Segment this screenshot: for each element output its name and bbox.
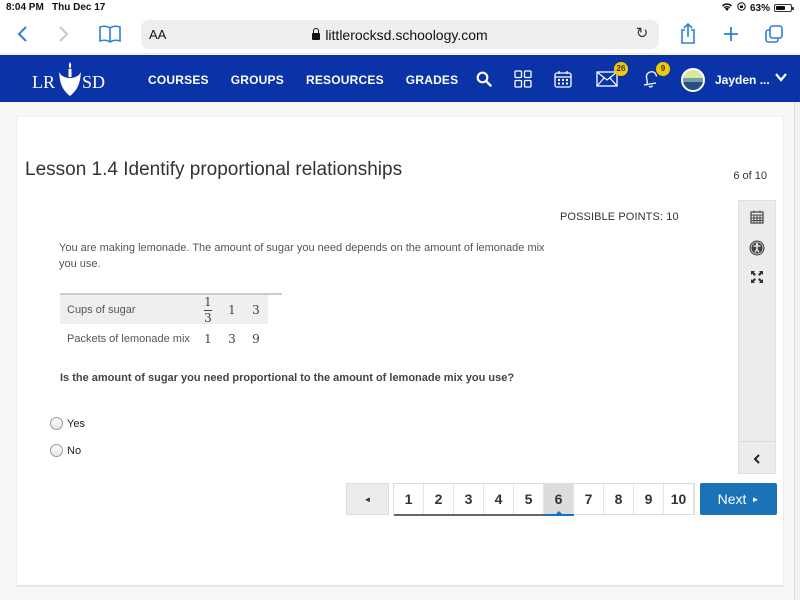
tools-sidebar [738, 200, 776, 474]
tabs-icon[interactable] [760, 20, 788, 48]
url-display[interactable]: littlerocksd.schoology.com [141, 27, 659, 43]
shield-torch-icon [59, 62, 81, 96]
main-nav: COURSES GROUPS RESOURCES GRADES [148, 56, 480, 103]
previous-button[interactable]: ◄ [346, 483, 389, 515]
question-text: Is the amount of sugar you need proporti… [60, 372, 515, 384]
table-cell: 9 [252, 332, 260, 346]
table-spacer [267, 324, 282, 354]
question-prompt: You are making lemonade. The amount of s… [59, 242, 545, 270]
share-icon[interactable] [674, 20, 702, 48]
radio-no[interactable] [50, 444, 63, 457]
page-7[interactable]: 7 [574, 484, 604, 514]
ios-status-bar: 8:04 PM Thu Dec 17 63% [0, 0, 800, 16]
nav-groups[interactable]: GROUPS [231, 73, 284, 87]
table-cell: 1 3 [195, 294, 220, 325]
forward-icon[interactable] [50, 20, 78, 48]
district-logo[interactable]: LR SD [32, 60, 112, 100]
chevron-down-icon[interactable] [774, 70, 788, 89]
accessibility-icon[interactable] [739, 236, 775, 260]
user-avatar[interactable] [681, 68, 705, 92]
status-right: 63% [721, 2, 794, 14]
page-1[interactable]: 1 [394, 484, 424, 514]
back-icon[interactable] [8, 20, 36, 48]
choice-label: Yes [67, 417, 85, 430]
pagination: ◄ 1 2 3 4 5 6 7 8 9 10 Next ► [346, 483, 777, 516]
radio-yes[interactable] [50, 417, 63, 430]
table-cell: 3 [228, 332, 236, 346]
page-2[interactable]: 2 [424, 484, 454, 514]
battery-icon [774, 4, 794, 12]
calendar-icon[interactable] [739, 205, 775, 229]
page-9[interactable]: 9 [634, 484, 664, 514]
nav-resources[interactable]: RESOURCES [306, 73, 384, 87]
orientation-lock-icon [737, 2, 746, 14]
fraction: 1 3 [203, 295, 212, 325]
bookmarks-icon[interactable] [96, 20, 124, 48]
current-page-indicator [544, 514, 574, 516]
apps-grid-icon[interactable] [510, 66, 536, 92]
messages-icon[interactable]: 26 [594, 62, 628, 92]
wifi-icon [721, 2, 733, 14]
choice-no[interactable]: No [50, 444, 81, 457]
ratio-table: Cups of sugar 1 3 1 3 Packets of lemonad… [60, 293, 282, 354]
page-5[interactable]: 5 [514, 484, 544, 514]
page-title: Lesson 1.4 Identify proportional relatio… [25, 159, 403, 180]
status-date: Thu Dec 17 [52, 2, 106, 13]
page-10[interactable]: 10 [664, 484, 694, 514]
page-list: 1 2 3 4 5 6 7 8 9 10 [393, 483, 695, 516]
site-header: LR SD COURSES GROUPS RESOURCES GRADES 26… [0, 55, 800, 102]
next-button[interactable]: Next ► [700, 483, 777, 515]
question-counter: 6 of 10 [733, 170, 767, 182]
user-name[interactable]: Jayden ... [715, 73, 770, 87]
battery-level [776, 6, 785, 10]
table-cell: 3 [243, 294, 268, 324]
table-row: Cups of sugar 1 3 1 3 [60, 294, 282, 324]
notifications-icon[interactable]: 9 [638, 62, 670, 92]
choice-label: No [67, 444, 82, 457]
browser-toolbar: AA littlerocksd.schoology.com ↻ [0, 16, 800, 54]
page-3[interactable]: 3 [454, 484, 484, 514]
page-scrollbar[interactable] [794, 102, 800, 600]
row-label: Packets of lemonade mix [67, 333, 190, 345]
search-icon[interactable] [471, 66, 497, 92]
page-4[interactable]: 4 [484, 484, 514, 514]
collapse-sidebar-icon[interactable] [739, 447, 775, 471]
battery-percent: 63% [749, 2, 770, 14]
page-6[interactable]: 6 [544, 484, 574, 515]
fullscreen-icon[interactable] [739, 265, 775, 289]
row-label: Cups of sugar [60, 294, 196, 324]
nav-grades[interactable]: GRADES [406, 73, 459, 87]
table-row: Packets of lemonade mix 1 3 9 [60, 324, 282, 354]
table-cell: 1 [219, 294, 244, 324]
choice-yes[interactable]: Yes [50, 417, 85, 430]
page-8[interactable]: 8 [604, 484, 634, 514]
url-text: littlerocksd.schoology.com [325, 27, 488, 43]
status-time: 8:04 PM [6, 2, 44, 13]
fraction-denominator: 3 [204, 311, 212, 325]
next-arrow-icon: ► [751, 494, 760, 504]
notifications-badge: 9 [656, 62, 670, 76]
calendar-icon[interactable] [550, 66, 576, 92]
logo-text-right: SD [82, 72, 106, 92]
sidebar-divider [739, 441, 775, 442]
table-spacer [267, 294, 282, 324]
messages-badge: 26 [614, 62, 628, 76]
table-cell: 1 [204, 332, 212, 346]
lock-icon [312, 28, 321, 40]
new-tab-icon[interactable] [717, 20, 745, 48]
nav-courses[interactable]: COURSES [148, 73, 209, 87]
possible-points: POSSIBLE POINTS: 10 [560, 211, 679, 223]
previous-arrow-icon: ◄ [363, 494, 372, 504]
address-bar[interactable]: AA littlerocksd.schoology.com ↻ [141, 20, 659, 49]
logo-text-left: LR [32, 72, 56, 92]
fraction-numerator: 1 [204, 295, 212, 309]
progress-bar [394, 514, 544, 516]
reload-icon[interactable]: ↻ [631, 23, 653, 45]
assessment-card: Lesson 1.4 Identify proportional relatio… [17, 117, 783, 585]
next-label: Next [717, 491, 747, 507]
